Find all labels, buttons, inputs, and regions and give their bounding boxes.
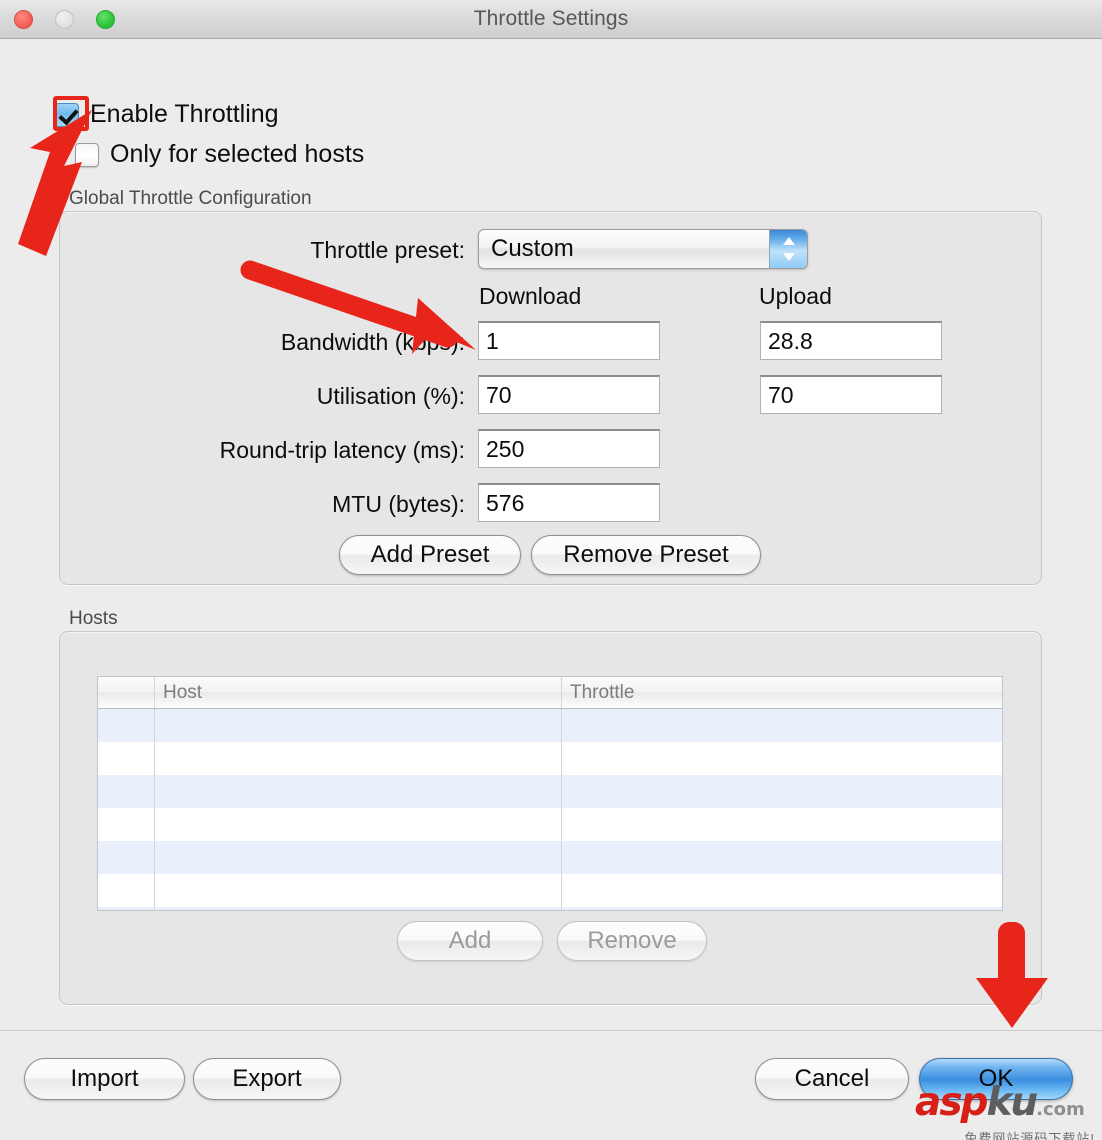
bandwidth-label: Bandwidth (kbps): [280,329,465,355]
add-host-button[interactable]: Add [397,921,543,961]
enable-throttling-row[interactable]: Enable Throttling [55,100,279,129]
watermark-brand-part2: ku [986,1080,1038,1125]
throttle-preset-dropdown[interactable]: Custom [478,229,808,269]
hosts-table[interactable]: Host Throttle [97,676,1003,911]
table-cell [155,874,562,907]
round-trip-latency-input[interactable]: 250 [478,429,660,468]
table-cell [562,775,1002,808]
mtu-input[interactable]: 576 [478,483,660,522]
table-cell [98,742,155,775]
remove-host-button[interactable]: Remove [557,921,707,961]
table-cell [562,874,1002,907]
throttle-preset-value: Custom [491,235,574,262]
hosts-col-header-index[interactable] [98,677,155,708]
utilisation-download-input[interactable]: 70 [478,375,660,414]
watermark-brand-part1: asp [915,1080,988,1125]
watermark-brand: aspku.com [915,1083,1095,1129]
upload-column-header: Upload [759,283,832,309]
table-row[interactable] [98,709,1002,742]
table-cell [562,742,1002,775]
hosts-group-title: Hosts [69,608,118,629]
utilisation-label: Utilisation (%): [316,383,465,409]
footer-divider [0,1030,1102,1031]
remove-preset-button[interactable]: Remove Preset [531,535,761,575]
table-cell [98,841,155,874]
table-cell [155,775,562,808]
utilisation-upload-input[interactable]: 70 [760,375,942,414]
table-row[interactable] [98,841,1002,874]
table-row[interactable] [98,742,1002,775]
throttle-settings-window: Throttle Settings Enable Throttling Only… [0,0,1102,1140]
table-row[interactable] [98,907,1002,910]
table-cell [98,709,155,742]
table-cell [155,709,562,742]
round-trip-latency-label: Round-trip latency (ms): [219,437,465,463]
table-row[interactable] [98,775,1002,808]
watermark-domain: .com [1036,1099,1085,1120]
table-row[interactable] [98,808,1002,841]
window-title: Throttle Settings [473,7,629,30]
table-cell [98,907,155,910]
table-cell [562,841,1002,874]
window-titlebar: Throttle Settings [0,0,1102,39]
export-button[interactable]: Export [193,1058,341,1100]
global-group-title: Global Throttle Configuration [69,188,312,209]
throttle-preset-label: Throttle preset: [310,237,465,263]
download-column-header: Download [479,283,582,309]
only-selected-hosts-row[interactable]: Only for selected hosts [75,140,364,169]
import-button[interactable]: Import [24,1058,185,1100]
only-selected-hosts-label: Only for selected hosts [110,140,365,168]
table-cell [155,808,562,841]
watermark-subtitle: 免费网站源码下载站! [964,1131,1095,1140]
table-cell [155,742,562,775]
hosts-table-header: Host Throttle [98,677,1002,709]
table-cell [562,907,1002,910]
table-row[interactable] [98,874,1002,907]
enable-throttling-checkbox[interactable] [55,102,79,127]
table-cell [155,907,562,910]
only-selected-hosts-checkbox[interactable] [75,142,99,167]
table-cell [562,709,1002,742]
cancel-button[interactable]: Cancel [755,1058,909,1100]
bandwidth-upload-input[interactable]: 28.8 [760,321,942,360]
table-cell [98,808,155,841]
table-cell [155,841,562,874]
hosts-col-header-throttle[interactable]: Throttle [562,677,1002,708]
table-cell [562,808,1002,841]
mtu-label: MTU (bytes): [332,491,465,517]
watermark: aspku.com 免费网站源码下载站! [915,1083,1095,1140]
bandwidth-download-input[interactable]: 1 [478,321,660,360]
table-cell [98,775,155,808]
hosts-col-header-host[interactable]: Host [155,677,562,708]
add-preset-button[interactable]: Add Preset [339,535,521,575]
chevron-updown-icon[interactable] [769,230,807,268]
table-cell [98,874,155,907]
hosts-table-body [98,709,1002,910]
enable-throttling-label: Enable Throttling [90,100,279,128]
